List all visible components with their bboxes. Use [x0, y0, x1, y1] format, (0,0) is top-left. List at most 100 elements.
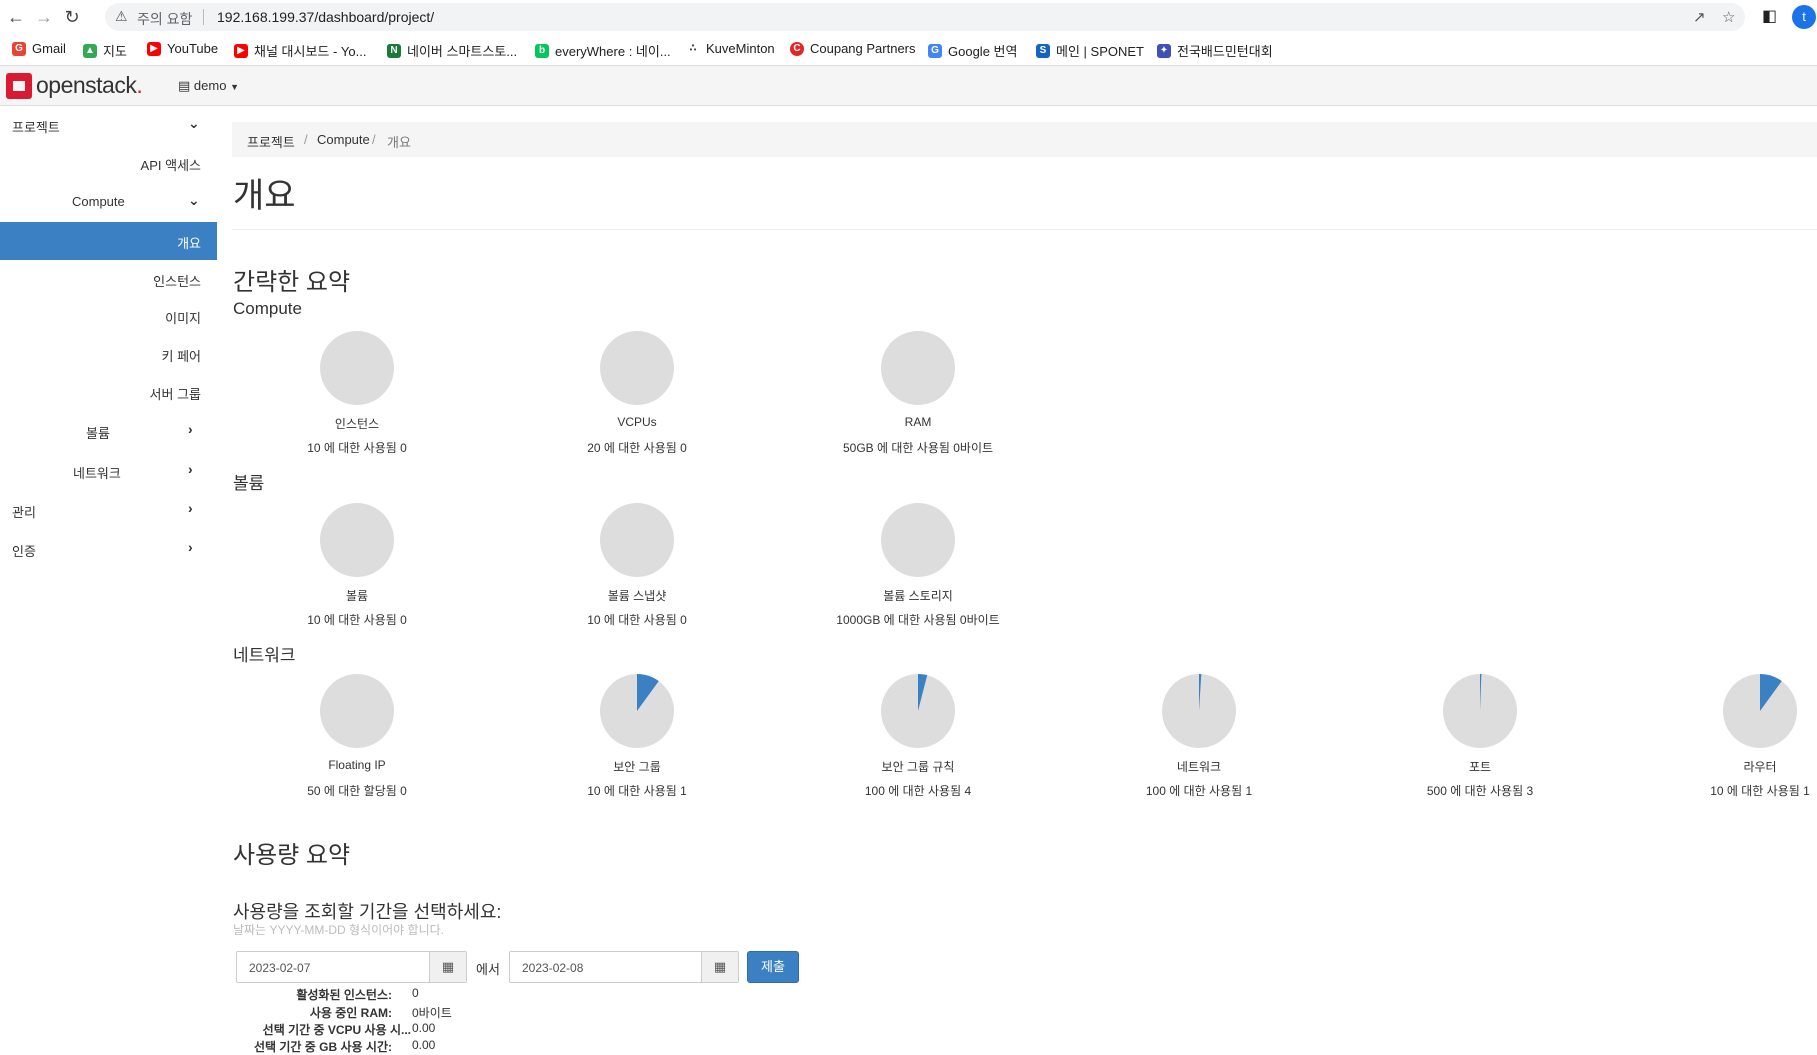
sidebar-item-label: 인증 [12, 544, 36, 559]
quota-label: 포트 [1468, 760, 1492, 774]
quota-label: RAM [904, 415, 932, 429]
chevron-right-icon: › [188, 500, 193, 516]
quota-usage-text: 10 에 대한 사용됨 0 [587, 613, 687, 627]
usage-stat-value: 0.00 [412, 1021, 436, 1035]
quota-usage-text: 10 에 대한 사용됨 0 [307, 441, 407, 455]
quota-label: 볼륨 스토리지 [883, 589, 953, 603]
end-date-input[interactable]: 2023-02-08 ▦ [509, 951, 739, 983]
chevron-down-icon: ⌄ [188, 192, 200, 208]
bookmark-sponet[interactable]: S 메인 | SPONET [1036, 41, 1144, 60]
bookmark-label: KuveMinton [706, 41, 775, 56]
sidebar-item-server-groups[interactable]: 서버 그룹 [0, 373, 217, 411]
date-format-hint: 날짜는 YYYY-MM-DD 형식이어야 합니다. [233, 923, 445, 937]
section-title-network: 네트워크 [233, 646, 296, 665]
sidebar-item-api-access[interactable]: API 액세스 [0, 144, 217, 182]
browser-toolbar: ← → ↻ ⚠ 주의 요함 192.168.199.37/dashboard/p… [0, 0, 1817, 34]
bookmark-coupang[interactable]: C Coupang Partners [790, 41, 916, 56]
quota-pie-chart [320, 331, 394, 405]
usage-stat-key: 활성화된 인스턴스: [296, 988, 392, 1002]
profile-avatar[interactable]: t [1792, 5, 1816, 29]
chevron-right-icon: › [188, 421, 193, 437]
sidebar-item-network[interactable]: 네트워크 › [0, 452, 217, 490]
quota-label: 볼륨 스냅샷 [607, 589, 667, 603]
share-icon[interactable]: ↗ [1693, 8, 1706, 26]
project-dropdown[interactable]: ▤ demo ▼ [178, 78, 239, 94]
quota-label: 보안 그룹 [613, 760, 661, 774]
quota-pie-chart [1723, 674, 1797, 748]
kuveminton-icon: ∴ [686, 41, 700, 56]
usage-stat-value: 0바이트 [412, 1006, 452, 1020]
quota-usage-text: 20 에 대한 사용됨 0 [587, 441, 687, 455]
bookmark-label: 메인 | SPONET [1056, 44, 1144, 59]
page-title: 개요 [233, 177, 296, 215]
quota-pie-chart [600, 331, 674, 405]
bookmark-gmail[interactable]: G Gmail [12, 41, 66, 56]
usage-summary-heading: 사용량 요약 [233, 842, 351, 869]
sponet-icon: S [1036, 43, 1050, 58]
pie-background [881, 331, 955, 405]
usage-stat-row: 활성화된 인스턴스: 0 [233, 986, 633, 1002]
sidebar-item-label: 이미지 [165, 311, 201, 326]
quota-usage-text: 10 에 대한 사용됨 0 [307, 613, 407, 627]
quota-label: 보안 그룹 규칙 [881, 760, 955, 774]
bookmark-youtube[interactable]: ▶ YouTube [147, 41, 218, 56]
sidebar-item-key-pairs[interactable]: 키 페어 [0, 335, 217, 373]
bookmark-naver-smartstore[interactable]: N 네이버 스마트스토... [387, 41, 517, 60]
breadcrumb-item-project[interactable]: 프로젝트 [247, 132, 295, 151]
side-panel-icon[interactable]: ◧ [1762, 6, 1777, 26]
sidebar-item-identity[interactable]: 인증 › [0, 530, 217, 568]
quota-usage-text: 1000GB 에 대한 사용됨 0바이트 [836, 613, 1000, 627]
sidebar-item-images[interactable]: 이미지 [0, 297, 217, 335]
sidebar-item-label: 키 페어 [161, 349, 202, 364]
forward-arrow-icon[interactable]: → [33, 6, 55, 28]
usage-stat-row: 선택 기간 중 VCPU 사용 시... 0.00 [233, 1021, 633, 1037]
logo-text: openstack. [36, 72, 143, 98]
naver-blog-icon: b [535, 43, 549, 58]
quota-pie-chart [600, 503, 674, 577]
bookmark-google-translate[interactable]: G Google 번역 [928, 41, 1017, 60]
from-label: 에서 [476, 962, 500, 977]
quota-pie-chart [881, 674, 955, 748]
bookmark-kuveminton[interactable]: ∴ KuveMinton [686, 41, 775, 56]
breadcrumb-item-compute[interactable]: Compute [317, 132, 370, 147]
submit-button[interactable]: 제출 [747, 951, 799, 983]
quota-pie-chart [881, 331, 955, 405]
sidebar-item-label: 서버 그룹 [149, 387, 201, 402]
sidebar-item-label: 네트워크 [73, 466, 121, 481]
sidebar-item-admin[interactable]: 관리 › [0, 491, 217, 529]
breadcrumb: 프로젝트 / Compute / 개요 [232, 122, 1817, 157]
pie-background [320, 503, 394, 577]
url-text[interactable]: 192.168.199.37/dashboard/project/ [217, 9, 434, 25]
calendar-icon[interactable]: ▦ [429, 952, 466, 982]
back-arrow-icon[interactable]: ← [5, 6, 27, 28]
bookmark-everywhere[interactable]: b everyWhere : 네이... [535, 41, 671, 60]
security-warning-label[interactable]: 주의 요함 [137, 9, 192, 29]
quota-usage-text: 500 에 대한 사용됨 3 [1426, 784, 1534, 798]
sidebar-item-compute[interactable]: Compute ⌄ [0, 183, 217, 221]
sidebar-item-volumes[interactable]: 볼륨 › [0, 412, 217, 450]
calendar-icon[interactable]: ▦ [701, 952, 738, 982]
maps-icon: ▲ [83, 43, 97, 58]
openstack-logo[interactable]: openstack. [6, 72, 143, 99]
quota-label: 라우터 [1743, 760, 1777, 774]
usage-stat-row: 선택 기간 중 GB 사용 시간: 0.00 [233, 1038, 633, 1054]
quota-pie-chart [1162, 674, 1236, 748]
usage-stat-value: 0 [412, 986, 419, 1000]
bookmark-youtube-studio[interactable]: ▶ 채널 대시보드 - Yo... [234, 41, 366, 60]
start-date-input[interactable]: 2023-02-07 ▦ [236, 951, 467, 983]
bookmark-badminton[interactable]: ✦ 전국배드민턴대회 [1157, 41, 1273, 60]
quota-pie-chart [320, 503, 394, 577]
reload-icon[interactable]: ↻ [61, 6, 83, 28]
bookmark-star-icon[interactable]: ☆ [1722, 8, 1735, 26]
sidebar-item-label: 인스턴스 [153, 274, 201, 289]
sidebar-item-label: 프로젝트 [12, 120, 60, 135]
usage-stat-key: 선택 기간 중 VCPU 사용 시... [262, 1023, 411, 1037]
address-bar[interactable]: ⚠ 주의 요함 192.168.199.37/dashboard/project… [105, 3, 1745, 31]
bookmarks-bar: G Gmail ▲ 지도 ▶ YouTube ▶ 채널 대시보드 - Yo... N 네이… [0, 34, 1817, 66]
bookmark-label: Coupang Partners [810, 41, 916, 56]
sidebar-item-instances[interactable]: 인스턴스 [0, 260, 217, 298]
pie-background [320, 331, 394, 405]
bookmark-maps[interactable]: ▲ 지도 [83, 41, 127, 60]
sidebar-item-project[interactable]: 프로젝트 ⌄ [0, 106, 217, 144]
sidebar-item-overview[interactable]: 개요 [0, 222, 217, 260]
